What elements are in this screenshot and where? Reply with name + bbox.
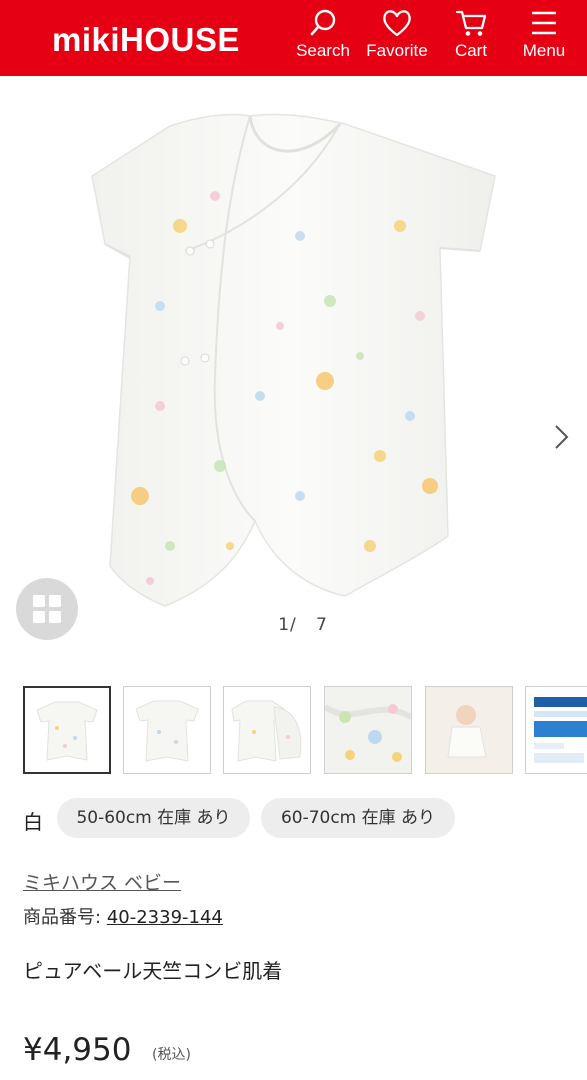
thumbnail-package[interactable] xyxy=(525,686,587,774)
total-image-count: 7 xyxy=(315,615,328,635)
thumbnail-open-image xyxy=(231,700,302,762)
menu-label: Menu xyxy=(522,41,566,60)
thumbnail-baby-image xyxy=(426,687,512,773)
baby-garment-illustration xyxy=(91,113,496,607)
search-label: Search xyxy=(296,41,350,60)
search-button[interactable]: Search xyxy=(296,8,350,70)
thumbnail-baby[interactable] xyxy=(425,686,513,774)
favorite-label: Favorite xyxy=(366,41,428,60)
thumbnail-back[interactable] xyxy=(123,686,211,774)
heart-icon xyxy=(383,10,411,37)
thumbnail-front[interactable] xyxy=(23,686,111,774)
tax-note: (税込) xyxy=(152,1047,191,1063)
brand-link[interactable]: ミキハウス ベビー xyxy=(23,868,181,895)
color-label: 白 xyxy=(23,810,43,834)
size-option-50-60[interactable]: 50-60cm 在庫 あり xyxy=(57,798,250,838)
thumbnail-fabric-image xyxy=(325,687,411,773)
site-header: mikiHOUSE Search Favorite Cart Menu xyxy=(0,0,587,76)
hamburger-icon xyxy=(532,11,556,35)
favorite-button[interactable]: Favorite xyxy=(364,8,430,70)
counter-separator: / xyxy=(290,615,297,635)
size-option-60-70[interactable]: 60-70cm 在庫 あり xyxy=(261,798,455,838)
thumbnail-front-image xyxy=(36,701,98,761)
grid-icon xyxy=(33,595,61,623)
thumbnail-back-image xyxy=(135,700,199,762)
product-name: ピュアベール天竺コンビ肌着 xyxy=(23,959,283,983)
mikihouse-logo[interactable]: mikiHOUSE xyxy=(52,20,240,60)
cart-button[interactable]: Cart xyxy=(448,8,494,70)
main-product-image[interactable] xyxy=(0,76,587,656)
thumbnail-fabric[interactable] xyxy=(324,686,412,774)
cart-label: Cart xyxy=(454,41,488,60)
thumbnail-package-image xyxy=(526,687,587,773)
item-number-link[interactable]: 40-2339-144 xyxy=(107,907,223,928)
current-image-number: 1 xyxy=(278,615,291,635)
cart-icon xyxy=(455,10,487,36)
price: ¥4,950 xyxy=(23,1032,132,1068)
next-image-arrow[interactable] xyxy=(552,422,572,452)
item-number-label: 商品番号: xyxy=(23,907,102,928)
image-counter: 1/ 7 xyxy=(258,615,348,635)
search-icon xyxy=(310,9,336,36)
grid-view-button[interactable] xyxy=(16,578,78,640)
thumbnail-open[interactable] xyxy=(223,686,311,774)
item-number-row: 商品番号: 40-2339-144 xyxy=(23,903,223,929)
menu-button[interactable]: Menu xyxy=(518,8,570,70)
